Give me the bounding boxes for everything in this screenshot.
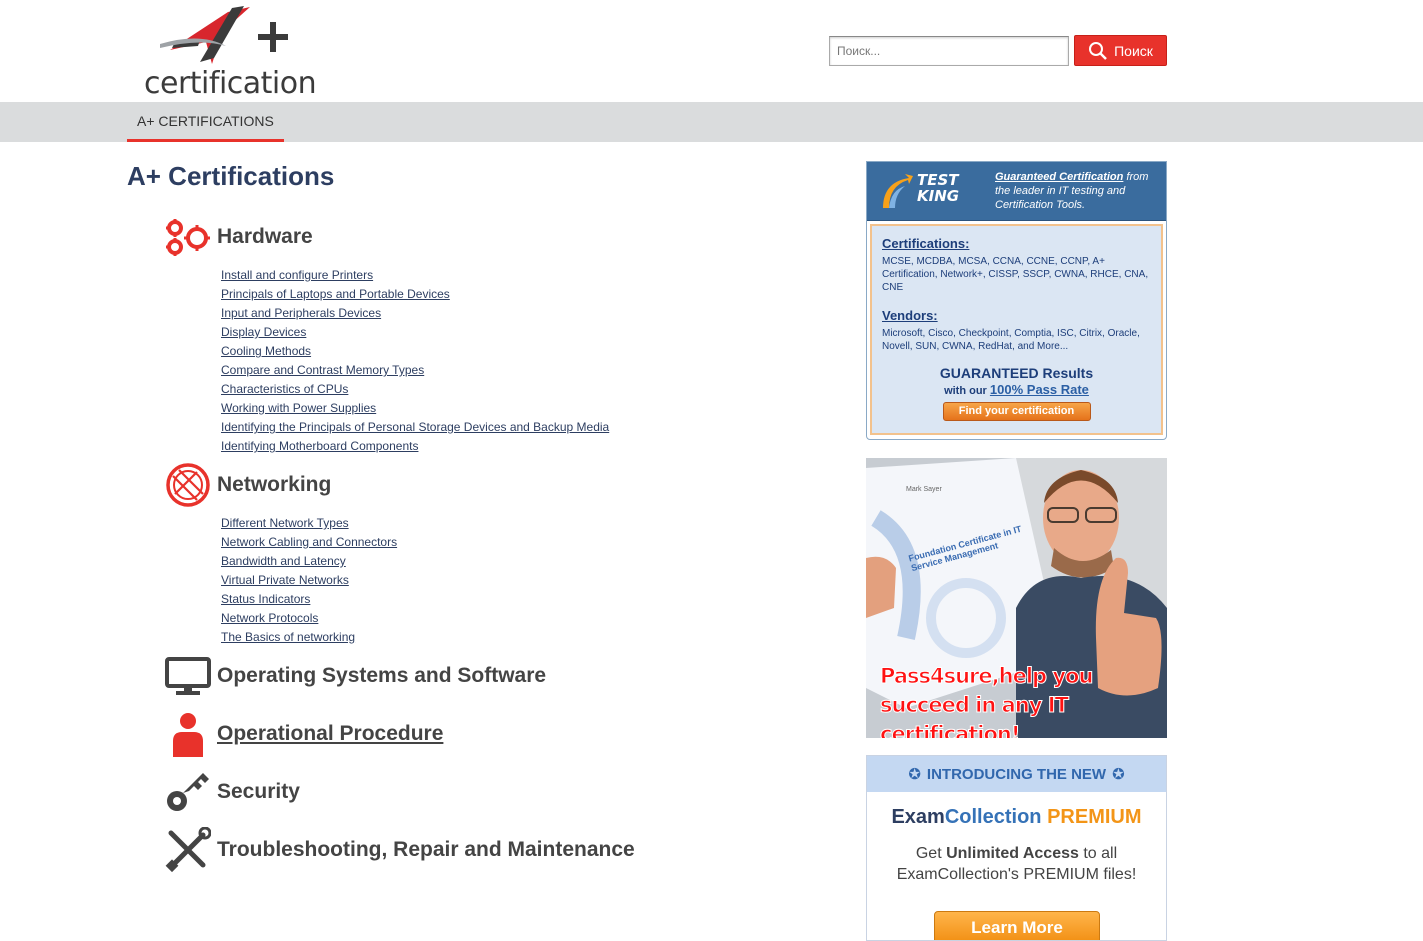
link-status-indicators[interactable]: Status Indicators	[221, 592, 310, 606]
list-item: Network Cabling and Connectors	[221, 532, 397, 551]
list-item: Input and Peripherals Devices	[221, 303, 609, 322]
a-plus-logo-icon	[160, 6, 288, 64]
hardware-links: Install and configure Printers Principal…	[221, 265, 609, 455]
key-icon	[165, 769, 211, 815]
search-button[interactable]: Поиск	[1074, 35, 1167, 66]
list-item: The Basics of networking	[221, 627, 397, 646]
pass4sure-slogan: Pass4sure,help you succeed in any IT cer…	[880, 664, 1094, 739]
section-title-networking: Networking	[217, 473, 332, 496]
certificate-name: Mark Sayer	[906, 486, 942, 493]
examcollection-ad[interactable]: ✪ INTRODUCING THE NEW ✪ ExamCollection P…	[866, 755, 1167, 941]
link-network-cabling[interactable]: Network Cabling and Connectors	[221, 535, 397, 549]
section-security: Security	[165, 769, 300, 815]
guaranteed-text: GUARANTEED Results	[939, 365, 1094, 381]
link-laptops[interactable]: Principals of Laptops and Portable Devic…	[221, 287, 450, 301]
list-item: Bandwidth and Latency	[221, 551, 397, 570]
list-item: Working with Power Supplies	[221, 398, 609, 417]
logo-text: certification	[144, 66, 317, 101]
testking-body: Certifications: MCSE, MCDBA, MCSA, CCNA,…	[870, 224, 1163, 435]
gears-icon	[165, 214, 211, 260]
section-troubleshooting: Troubleshooting, Repair and Maintenance	[165, 827, 635, 873]
list-item: Status Indicators	[221, 589, 397, 608]
list-item: Display Devices	[221, 322, 609, 341]
learn-more-button[interactable]: Learn More	[934, 911, 1100, 940]
examcollection-band: ✪ INTRODUCING THE NEW ✪	[867, 756, 1166, 792]
search-icon	[1089, 41, 1107, 60]
list-item: Install and configure Printers	[221, 265, 609, 284]
list-item: Virtual Private Networks	[221, 570, 397, 589]
link-display-devices[interactable]: Display Devices	[221, 325, 306, 339]
list-item: Network Protocols	[221, 608, 397, 627]
star-icon: ✪	[908, 766, 921, 783]
section-operational-procedure: Operational Procedure	[165, 711, 443, 757]
link-motherboard[interactable]: Identifying Motherboard Components	[221, 439, 418, 453]
page-title: A+ Certifications	[127, 161, 335, 191]
vendors-list: Microsoft, Cisco, Checkpoint, Comptia, I…	[882, 328, 1140, 352]
search-input[interactable]	[829, 36, 1069, 66]
testking-banner: TEST KING Guaranteed Certification from …	[867, 162, 1166, 221]
pass4sure-ad[interactable]: Mark Sayer Foundation Certificate in IT …	[866, 458, 1167, 738]
list-item: Cooling Methods	[221, 341, 609, 360]
search-button-label: Поиск	[1114, 42, 1153, 59]
section-title-operational-procedure[interactable]: Operational Procedure	[217, 722, 443, 746]
link-networking-basics[interactable]: The Basics of networking	[221, 630, 355, 644]
section-operating-systems: Operating Systems and Software	[165, 653, 546, 699]
list-item: Characteristics of CPUs	[221, 379, 609, 398]
pass-rate-text: with our 100% Pass Rate	[944, 382, 1089, 397]
examcollection-brand: ExamCollection PREMIUM	[891, 806, 1142, 828]
certifications-heading: Certifications:	[882, 236, 970, 251]
certifications-list: MCSE, MCDBA, MCSA, CCNA, CCNE, CCNP, A+ …	[882, 256, 1149, 293]
testking-tagline: Guaranteed Certification from the leader…	[995, 171, 1149, 211]
link-input-peripherals[interactable]: Input and Peripherals Devices	[221, 306, 381, 320]
globe-icon	[165, 462, 211, 508]
link-power-supplies[interactable]: Working with Power Supplies	[221, 401, 376, 415]
networking-links: Different Network Types Network Cabling …	[221, 513, 397, 646]
vendors-heading: Vendors:	[882, 308, 938, 323]
link-storage-devices[interactable]: Identifying the Principals of Personal S…	[221, 420, 609, 434]
section-title-hardware: Hardware	[217, 225, 313, 248]
person-icon	[165, 711, 211, 757]
link-network-types[interactable]: Different Network Types	[221, 516, 349, 530]
tools-icon	[165, 827, 211, 873]
site-logo[interactable]: certification	[140, 2, 325, 101]
list-item: Principals of Laptops and Portable Devic…	[221, 284, 609, 303]
list-item: Identifying the Principals of Personal S…	[221, 417, 609, 436]
link-install-printers[interactable]: Install and configure Printers	[221, 268, 373, 282]
link-memory-types[interactable]: Compare and Contrast Memory Types	[221, 363, 424, 377]
link-cpus[interactable]: Characteristics of CPUs	[221, 382, 348, 396]
section-hardware: Hardware Install and configure Printers …	[165, 214, 609, 455]
list-item: Different Network Types	[221, 513, 397, 532]
pass-rate-link: 100% Pass Rate	[989, 382, 1089, 397]
testking-ad[interactable]: TEST KING Guaranteed Certification from …	[866, 161, 1167, 440]
testking-logo: TEST KING	[917, 171, 960, 205]
link-bandwidth-latency[interactable]: Bandwidth and Latency	[221, 554, 346, 568]
list-item: Compare and Contrast Memory Types	[221, 360, 609, 379]
monitor-icon	[165, 653, 211, 699]
section-title-operating-systems: Operating Systems and Software	[217, 664, 547, 687]
tab-a-plus-certifications[interactable]: A+ CERTIFICATIONS	[127, 102, 284, 142]
link-cooling-methods[interactable]: Cooling Methods	[221, 344, 311, 358]
main-nav: A+ CERTIFICATIONS	[0, 102, 1423, 142]
list-item: Identifying Motherboard Components	[221, 436, 609, 455]
link-vpn[interactable]: Virtual Private Networks	[221, 573, 349, 587]
star-icon: ✪	[1112, 766, 1125, 783]
section-title-troubleshooting: Troubleshooting, Repair and Maintenance	[217, 838, 635, 861]
section-networking: Networking Different Network Types Netwo…	[165, 462, 397, 646]
testking-arrow-icon	[883, 174, 913, 208]
find-certification-button[interactable]: Find your certification	[942, 402, 1091, 421]
section-title-security: Security	[217, 780, 300, 803]
link-network-protocols[interactable]: Network Protocols	[221, 611, 318, 625]
site-header: certification Поиск	[0, 0, 1423, 102]
examcollection-text: Get Unlimited Access to all ExamCollecti…	[896, 845, 1137, 883]
